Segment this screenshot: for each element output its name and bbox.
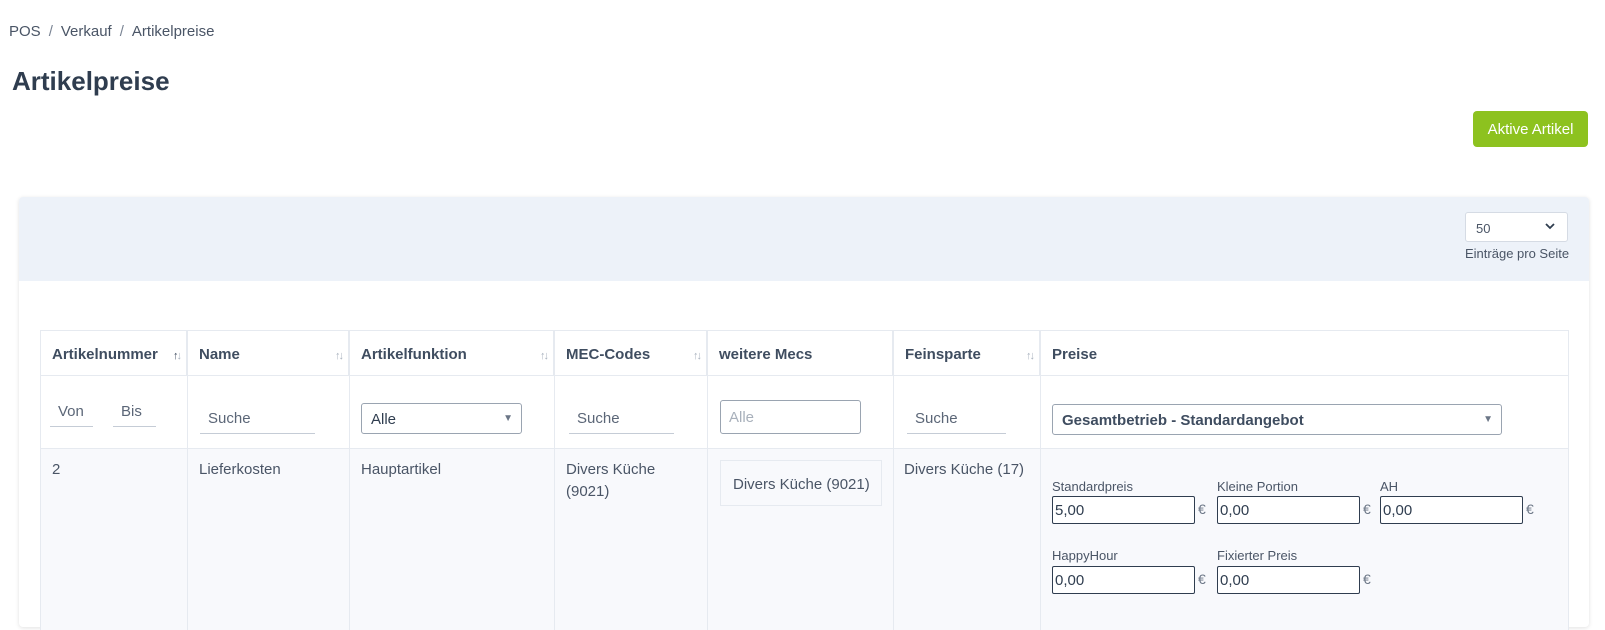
breadcrumb-verkauf[interactable]: Verkauf	[61, 23, 112, 40]
per-page-label: Einträge pro Seite	[1465, 246, 1570, 261]
cell-feinsparte: Divers Küche (17)	[904, 461, 1025, 478]
column-divider	[1568, 330, 1569, 630]
happyhour-input[interactable]: 0,00	[1052, 566, 1195, 594]
col-header-label: MEC-Codes	[566, 346, 651, 363]
kleine-portion-input[interactable]: 0,00	[1217, 496, 1360, 524]
preise-select[interactable]: Gesamtbetrieb - Standardangebot ▼	[1052, 404, 1502, 435]
preise-select-value: Gesamtbetrieb - Standardangebot	[1062, 412, 1304, 429]
sort-arrows-icon[interactable]: ↑↓	[1026, 350, 1035, 362]
breadcrumb-artikelpreise: Artikelpreise	[131, 23, 215, 40]
standardpreis-label: Standardpreis	[1052, 479, 1133, 494]
feinsparte-search-input[interactable]	[907, 408, 1006, 434]
chevron-down-icon	[1543, 219, 1557, 236]
cell-name: Lieferkosten	[199, 461, 281, 478]
weitere-mecs-filter-input[interactable]	[720, 400, 861, 434]
euro-icon: €	[1363, 571, 1371, 587]
sort-arrows-icon[interactable]: ↑↓	[693, 350, 702, 362]
per-page-value: 50	[1476, 221, 1491, 236]
artikelnummer-von-input[interactable]	[50, 401, 93, 427]
sort-arrows-icon[interactable]: ↑↓	[173, 350, 182, 362]
fixierter-preis-label: Fixierter Preis	[1217, 548, 1298, 563]
euro-icon: €	[1363, 501, 1371, 517]
name-search-input[interactable]	[200, 408, 315, 434]
fixierter-preis-input[interactable]: 0,00	[1217, 566, 1360, 594]
col-header-label: weitere Mecs	[719, 346, 813, 363]
kleine-portion-label: Kleine Portion	[1217, 479, 1298, 494]
col-header-weitere-mecs: weitere Mecs	[707, 330, 893, 376]
col-header-label: Preise	[1052, 346, 1098, 363]
artikelfunktion-select-value: Alle	[371, 411, 397, 428]
cell-mec-codes: Divers Küche (9021)	[566, 459, 655, 503]
ah-label: AH	[1380, 479, 1399, 494]
standardpreis-input[interactable]: 5,00	[1052, 496, 1195, 524]
euro-icon: €	[1526, 501, 1534, 517]
col-header-label: Artikelnummer	[52, 346, 158, 363]
sort-arrows-icon[interactable]: ↑↓	[335, 350, 344, 362]
col-header-artikelfunktion[interactable]: Artikelfunktion ↑↓	[349, 330, 554, 376]
happyhour-label: HappyHour	[1052, 548, 1118, 563]
breadcrumb: POS / Verkauf / Artikelpreise	[9, 23, 214, 40]
col-header-label: Feinsparte	[905, 346, 981, 363]
card-header: 50 Einträge pro Seite	[19, 197, 1589, 281]
euro-icon: €	[1198, 571, 1206, 587]
prices-table: Artikelnummer ↑↓ Name ↑↓ Artikelfunktion…	[40, 330, 1569, 630]
artikelfunktion-select[interactable]: Alle ▼	[361, 403, 522, 434]
mec-codes-line: Divers Küche	[566, 461, 656, 478]
col-header-label: Name	[199, 346, 240, 363]
col-header-mec-codes[interactable]: MEC-Codes ↑↓	[554, 330, 707, 376]
breadcrumb-pos[interactable]: POS	[9, 23, 41, 40]
ah-input[interactable]: 0,00	[1380, 496, 1523, 524]
page-title: Artikelpreise	[12, 66, 170, 96]
mec-codes-line: (9021)	[566, 483, 610, 500]
caret-down-icon: ▼	[1483, 414, 1493, 425]
col-header-name[interactable]: Name ↑↓	[187, 330, 349, 376]
col-header-feinsparte[interactable]: Feinsparte ↑↓	[893, 330, 1040, 376]
cell-artikelnummer: 2	[52, 461, 61, 478]
active-articles-button[interactable]: Aktive Artikel	[1473, 111, 1588, 147]
caret-down-icon: ▼	[503, 413, 513, 424]
sort-arrows-icon[interactable]: ↑↓	[540, 350, 549, 362]
col-header-label: Artikelfunktion	[361, 346, 467, 363]
col-header-artikelnummer[interactable]: Artikelnummer ↑↓	[40, 330, 187, 376]
artikelnummer-bis-input[interactable]	[113, 401, 156, 427]
euro-icon: €	[1198, 501, 1206, 517]
col-header-preise: Preise	[1040, 330, 1568, 376]
cell-artikelfunktion: Hauptartikel	[361, 461, 442, 478]
prices-card: 50 Einträge pro Seite Artikelnummer ↑↓ N…	[19, 197, 1589, 630]
weitere-mecs-chip: Divers Küche (9021)	[720, 460, 882, 506]
breadcrumb-separator: /	[119, 23, 124, 40]
mec-codes-search-input[interactable]	[569, 408, 674, 434]
per-page-select[interactable]: 50	[1465, 212, 1568, 242]
breadcrumb-separator: /	[48, 23, 53, 40]
